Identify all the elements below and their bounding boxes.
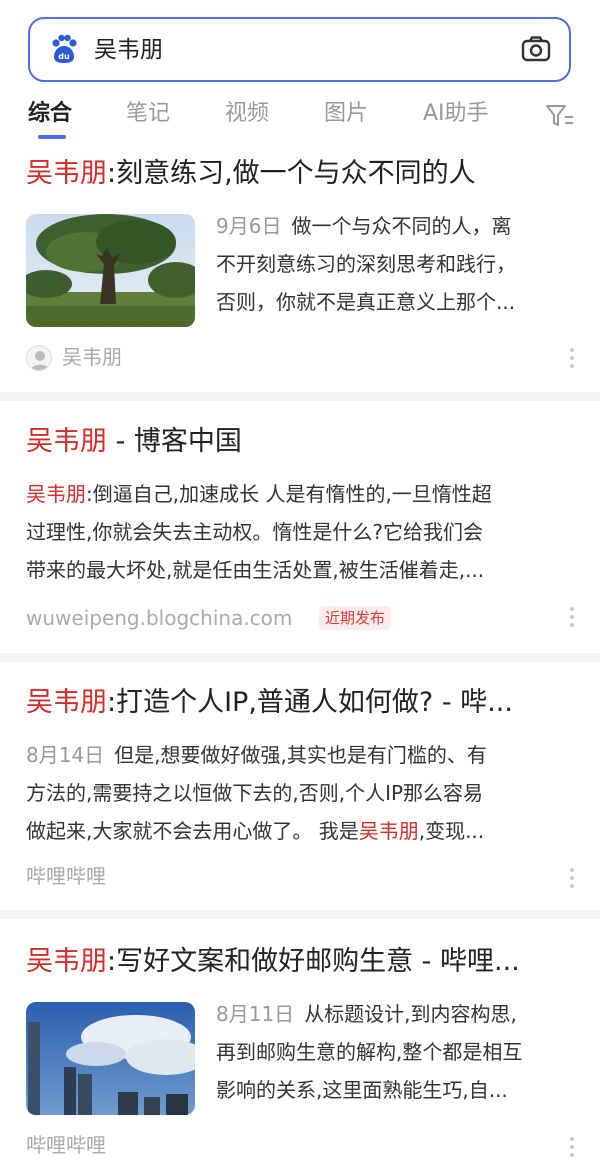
- result-title[interactable]: 吴韦朋 - 博客中国: [26, 423, 242, 461]
- tab-ai-assistant[interactable]: AI助手: [423, 98, 489, 130]
- title-highlight: 吴韦朋: [26, 946, 107, 977]
- result-date: 8月11日: [216, 1002, 295, 1026]
- snippet-line: 带来的最大坏处,就是任由生活处置,被生活催着走,...: [26, 558, 485, 582]
- title-text: :写好文案和做好邮购生意 - 哔哩...: [107, 946, 520, 977]
- result-title[interactable]: 吴韦朋:写好文案和做好邮购生意 - 哔哩...: [26, 943, 520, 981]
- camera-icon[interactable]: [521, 35, 551, 63]
- tab-notes[interactable]: 笔记: [126, 98, 170, 130]
- title-text: :刻意练习,做一个与众不同的人: [107, 158, 476, 189]
- result-thumbnail-tree[interactable]: [26, 214, 195, 327]
- title-text: :打造个人IP,普通人如何做? - 哔...: [107, 687, 513, 718]
- baidu-paw-logo: du: [52, 34, 77, 63]
- result-date: 8月14日: [26, 743, 105, 767]
- result-title[interactable]: 吴韦朋:打造个人IP,普通人如何做? - 哔...: [26, 684, 513, 722]
- result-snippet: 8月11日 从标题设计,到内容构思, 再到邮购生意的解构,整个都是相互 影响的关系…: [216, 995, 576, 1109]
- result-date: 9月6日: [216, 214, 282, 238]
- result-snippet: 8月14日 但是,想要做好做强,其实也是有门槛的、有 方法的,需要持之以恒做下去的…: [26, 736, 586, 850]
- filter-icon[interactable]: [545, 103, 575, 129]
- snippet-line: :倒逼自己,加速成长 人是有惰性的,一旦惰性超: [86, 482, 492, 506]
- snippet-line: 做一个与众不同的人，离: [291, 214, 512, 238]
- result-card[interactable]: 吴韦朋:写好文案和做好邮购生意 - 哔哩... 8月11日 从标题设计,到内容构思…: [0, 919, 600, 1160]
- divider: [0, 392, 600, 401]
- snippet-line: 不开刻意练习的深刻思考和践行，: [216, 252, 516, 276]
- search-input[interactable]: 吴韦朋: [94, 32, 163, 68]
- result-card[interactable]: 吴韦朋 - 博客中国 吴韦朋:倒逼自己,加速成长 人是有惰性的,一旦惰性超 过理…: [0, 401, 600, 653]
- result-source[interactable]: 哔哩哔哩: [26, 1131, 106, 1159]
- snippet-line: 否则，你就不是真正意义上那个...: [216, 290, 516, 314]
- more-options-icon[interactable]: [569, 1137, 575, 1159]
- divider: [0, 653, 600, 662]
- snippet-line: 做起来,大家就不会去用心做了。 我是: [26, 819, 359, 843]
- tab-images[interactable]: 图片: [324, 98, 368, 130]
- more-options-icon[interactable]: [569, 607, 575, 629]
- snippet-line: 过理性,你就会失去主动权。惰性是什么?它给我们会: [26, 520, 483, 544]
- result-card[interactable]: 吴韦朋:刻意练习,做一个与众不同的人 9月6日 做一个与众不同的人，离 不开刻意练…: [0, 145, 600, 392]
- result-snippet: 9月6日 做一个与众不同的人，离 不开刻意练习的深刻思考和践行， 否则，你就不是真…: [216, 207, 576, 321]
- result-source[interactable]: wuweipeng.blogchina.com: [26, 604, 292, 632]
- result-snippet: 吴韦朋:倒逼自己,加速成长 人是有惰性的,一旦惰性超 过理性,你就会失去主动权。…: [26, 475, 586, 589]
- tab-bar: 综合 笔记 视频 图片 AI助手: [0, 94, 600, 142]
- recent-badge: 近期发布: [319, 606, 392, 630]
- active-tab-indicator: [38, 135, 66, 139]
- tab-comprehensive[interactable]: 综合: [28, 98, 72, 130]
- snippet-line: 但是,想要做好做强,其实也是有门槛的、有: [114, 743, 487, 767]
- result-title[interactable]: 吴韦朋:刻意练习,做一个与众不同的人: [26, 155, 476, 193]
- title-text: - 博客中国: [107, 426, 242, 457]
- tab-video[interactable]: 视频: [225, 98, 269, 130]
- snippet-line: 方法的,需要持之以恒做下去的,否则,个人IP那么容易: [26, 781, 484, 805]
- result-thumbnail-sky[interactable]: [26, 1002, 195, 1115]
- result-source[interactable]: 哔哩哔哩: [26, 862, 106, 890]
- snippet-line: 再到邮购生意的解构,整个都是相互: [216, 1040, 523, 1064]
- snippet-highlight: 吴韦朋: [26, 482, 86, 506]
- source-avatar: [26, 345, 52, 371]
- result-card[interactable]: 吴韦朋:打造个人IP,普通人如何做? - 哔... 8月14日 但是,想要做好做强…: [0, 662, 600, 910]
- result-source[interactable]: 吴韦朋: [62, 343, 122, 371]
- more-options-icon[interactable]: [569, 868, 575, 890]
- snippet-highlight: 吴韦朋: [358, 819, 419, 843]
- snippet-tail: ,变现...: [418, 819, 485, 843]
- title-highlight: 吴韦朋: [26, 687, 107, 718]
- divider: [0, 910, 600, 919]
- snippet-line: 影响的关系,这里面熟能生巧,自...: [216, 1078, 508, 1102]
- snippet-line: 从标题设计,到内容构思,: [304, 1002, 517, 1026]
- title-highlight: 吴韦朋: [26, 426, 107, 457]
- svg-text:du: du: [58, 52, 70, 61]
- search-bar[interactable]: du 吴韦朋: [28, 17, 571, 82]
- title-highlight: 吴韦朋: [26, 158, 107, 189]
- more-options-icon[interactable]: [569, 348, 575, 370]
